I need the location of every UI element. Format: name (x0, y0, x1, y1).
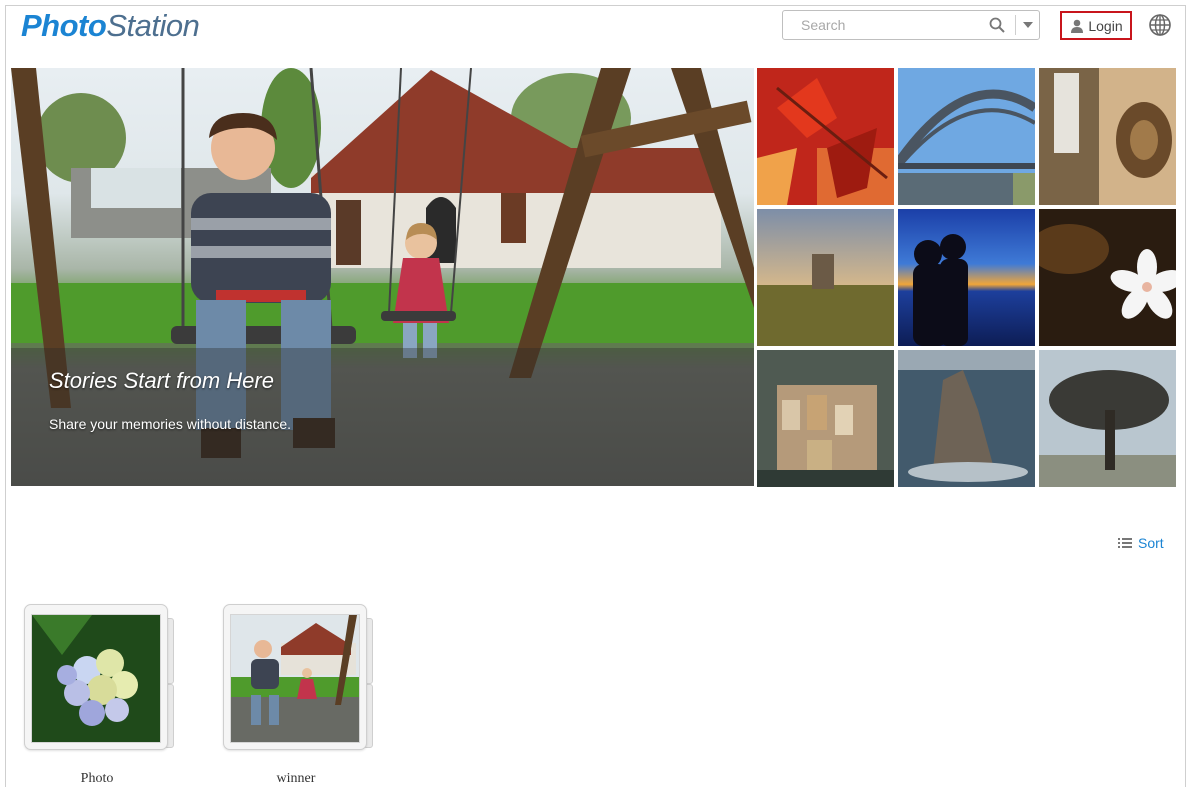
sort-button[interactable]: Sort (1118, 535, 1164, 551)
hero-subtitle: Share your memories without distance. (49, 416, 291, 432)
album-photo[interactable] (24, 604, 174, 750)
logo-part-station: Station (106, 8, 200, 43)
logo-part-photo: Photo (21, 8, 107, 43)
mosaic-thumb-sunset-couple[interactable] (898, 209, 1035, 346)
album-label-winner[interactable]: winner (223, 771, 369, 787)
album-label-photo[interactable]: Photo (24, 771, 170, 787)
red-leaves-photo (757, 68, 894, 205)
globe-icon[interactable] (1148, 13, 1172, 37)
search-input[interactable] (791, 14, 1001, 36)
mosaic-thumb-sea-rock[interactable] (898, 350, 1035, 487)
sort-label: Sort (1138, 535, 1164, 551)
bridge-photo (898, 68, 1035, 205)
tree-photo (1039, 350, 1176, 487)
album-cover (230, 614, 360, 743)
app-logo[interactable]: PhotoStation (21, 8, 200, 44)
mosaic-thumb-red-leaves[interactable] (757, 68, 894, 205)
mosaic-thumb-wall-ornament[interactable] (1039, 68, 1176, 205)
white-flower-photo (1039, 209, 1176, 346)
mosaic-thumb-bridge[interactable] (898, 68, 1035, 205)
search-icon[interactable] (988, 16, 1006, 34)
search-divider (1015, 15, 1016, 35)
login-label: Login (1088, 17, 1123, 34)
sea-rock-photo (898, 350, 1035, 487)
hero-title: Stories Start from Here (49, 368, 274, 393)
wall-ornament-photo (1039, 68, 1176, 205)
hero-banner[interactable]: Stories Start from Here Share your memor… (11, 68, 754, 486)
sunset-couple-photo (898, 209, 1035, 346)
cliff-town-photo (757, 350, 894, 487)
mosaic-thumb-white-flower[interactable] (1039, 209, 1176, 346)
search-box (782, 10, 1040, 40)
swing-photo (231, 615, 359, 742)
mosaic-thumb-tree[interactable] (1039, 350, 1176, 487)
album-winner[interactable] (223, 604, 373, 750)
tower-photo (757, 209, 894, 346)
login-button[interactable]: Login (1060, 11, 1132, 40)
mosaic-thumb-tower[interactable] (757, 209, 894, 346)
user-icon (1071, 19, 1084, 33)
hydrangea-photo (32, 615, 160, 742)
album-cover (31, 614, 161, 743)
mosaic-thumb-cliff-town[interactable] (757, 350, 894, 487)
list-icon (1118, 538, 1132, 548)
chevron-down-icon[interactable] (1019, 16, 1037, 34)
